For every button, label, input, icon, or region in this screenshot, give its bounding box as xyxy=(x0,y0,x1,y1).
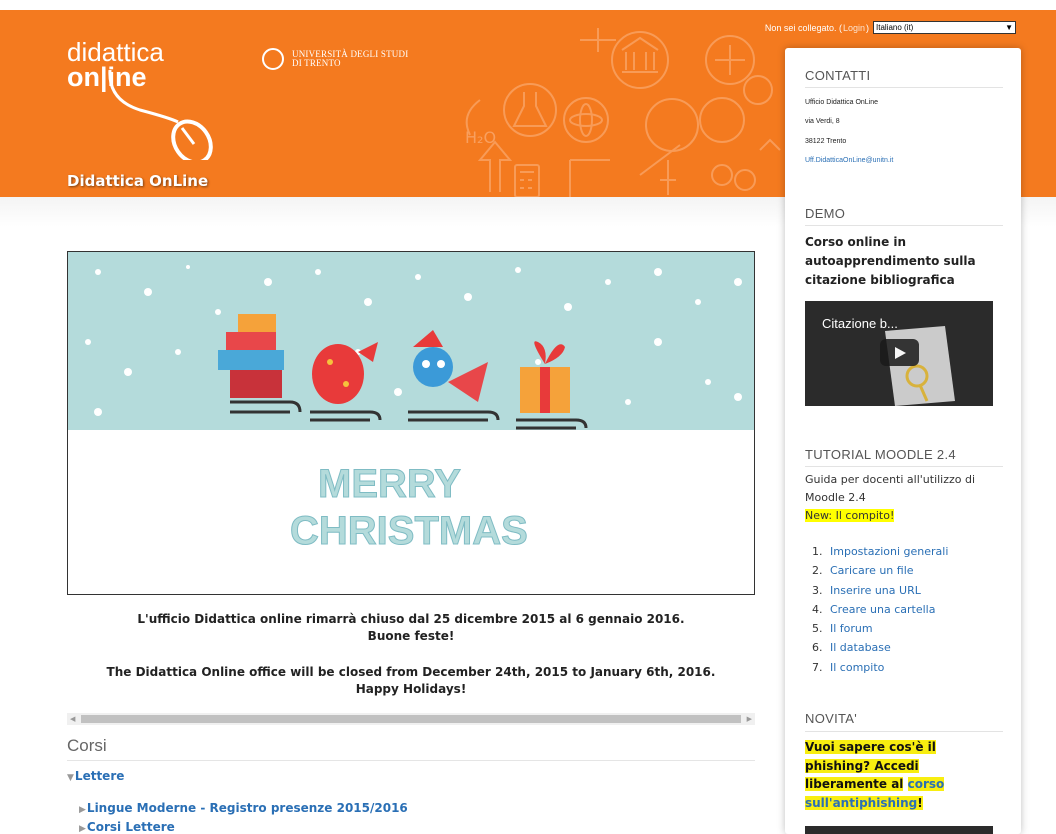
tutorial-link[interactable]: Il compito xyxy=(830,661,884,674)
tutorial-list: 1. Impostazioni generali 2. Caricare un fi… xyxy=(812,542,948,677)
tutorial-item[interactable]: 2. Caricare un file xyxy=(812,561,948,580)
horizontal-scrollbar[interactable]: ◀ ▶ xyxy=(67,713,755,725)
contacts-divider xyxy=(805,87,1003,88)
tutorial-item[interactable]: 6. Il database xyxy=(812,638,948,657)
demo-course-title: Corso online in autoapprendimento sulla … xyxy=(805,235,976,287)
logo-line1: didattica xyxy=(67,37,164,67)
courses-divider xyxy=(67,760,755,761)
notice-it-line2: Buone feste! xyxy=(367,629,455,643)
category-label: Lettere xyxy=(74,769,125,783)
dropdown-arrow-icon: ▼ xyxy=(1005,23,1013,32)
contact-office: Ufficio Didattica OnLine xyxy=(805,99,879,106)
category-lettere[interactable]: ▼Lettere xyxy=(67,769,124,783)
site-title[interactable]: Didattica OnLine xyxy=(67,172,208,190)
tutorial-link[interactable]: Caricare un file xyxy=(830,564,914,577)
tutorial-item[interactable]: 7. Il compito xyxy=(812,658,948,677)
play-icon[interactable] xyxy=(880,339,919,366)
news-divider xyxy=(805,731,1003,732)
tutorial-divider xyxy=(805,466,1003,467)
christmas-text: CHRISTMAS xyxy=(290,509,528,553)
login-status-text: Non sei collegato. ( xyxy=(764,22,842,33)
subcategory-label: Corsi Lettere xyxy=(86,820,175,834)
tutorial-new-label: New: Il compito! xyxy=(805,509,895,522)
contact-street: via Verdi, 8 xyxy=(805,118,840,125)
scroll-right-icon[interactable]: ▶ xyxy=(747,713,752,725)
notice-it-line1: L'ufficio Didattica online rimarrà chius… xyxy=(137,612,685,626)
collapsed-triangle-icon: ▶ xyxy=(79,824,86,834)
tutorial-title: TUTORIAL MOODLE 2.4 xyxy=(805,447,956,462)
login-close-paren: ) xyxy=(866,22,869,33)
scrollbar-thumb[interactable] xyxy=(81,715,741,723)
merry-text: MERRY xyxy=(318,462,461,506)
christmas-banner: MERRY CHRISTMAS xyxy=(67,251,755,595)
tutorial-desc-text: Guida per docenti all'utilizzo di Moodle… xyxy=(805,473,976,504)
news-text-end: ! xyxy=(917,795,923,810)
subcategory-corsi-lettere[interactable]: ▶Corsi Lettere xyxy=(79,820,175,834)
demo-divider xyxy=(805,225,1003,226)
courses-title: Corsi xyxy=(67,736,107,755)
news-phishing: Vuoi sapere cos'è il phishing? Accedi li… xyxy=(805,738,965,812)
contacts-title: CONTATTI xyxy=(805,68,871,83)
unitn-seal-icon xyxy=(262,48,284,70)
login-link[interactable]: Login xyxy=(843,23,865,33)
collapsed-triangle-icon: ▶ xyxy=(79,805,86,815)
tutorial-item[interactable]: 4. Creare una cartella xyxy=(812,600,948,619)
tutorial-description: Guida per docenti all'utilizzo di Moodle… xyxy=(805,471,1005,525)
news-video[interactable] xyxy=(805,826,993,834)
christmas-illustration: MERRY CHRISTMAS xyxy=(85,265,742,554)
news-title: NOVITA' xyxy=(805,711,858,726)
tutorial-link[interactable]: Impostazioni generali xyxy=(830,545,948,558)
closing-notice-it: L'ufficio Didattica online rimarrà chius… xyxy=(67,611,755,645)
contact-city: 38122 Trento xyxy=(805,138,847,145)
tutorial-item[interactable]: 5. Il forum xyxy=(812,619,948,638)
scroll-left-icon[interactable]: ◀ xyxy=(70,713,75,725)
svg-text:H₂O: H₂O xyxy=(465,128,496,147)
notice-en-line2: Happy Holidays! xyxy=(355,682,467,696)
tutorial-item[interactable]: 3. Inserire una URL xyxy=(812,581,948,600)
login-info: Non sei collegato. ( Login ) Italiano (i… xyxy=(765,21,1016,34)
tutorial-link[interactable]: Il database xyxy=(830,641,891,654)
subcategory-lingue-moderne[interactable]: ▶Lingue Moderne - Registro presenze 2015… xyxy=(79,801,408,815)
tutorial-link[interactable]: Il forum xyxy=(830,622,873,635)
language-select[interactable]: Italiano (it) ▼ xyxy=(873,21,1016,34)
language-value: Italiano (it) xyxy=(876,23,914,32)
demo-title: DEMO xyxy=(805,206,846,221)
tutorial-link[interactable]: Creare una cartella xyxy=(830,603,935,616)
university-line2: DI TRENTO xyxy=(292,58,341,68)
closing-notice-en: The Didattica Online office will be clos… xyxy=(67,664,755,698)
notice-en-line1: The Didattica Online office will be clos… xyxy=(106,665,716,679)
mouse-icon xyxy=(108,70,213,160)
video-title: Citazione b... xyxy=(822,316,898,331)
demo-video[interactable]: Citazione b... xyxy=(805,301,993,406)
contact-email-link[interactable]: Uff.DidatticaOnLine@unitn.it xyxy=(805,157,893,164)
tutorial-item[interactable]: 1. Impostazioni generali xyxy=(812,542,948,561)
unitn-logo[interactable]: UNIVERSITÀ DEGLI STUDI DI TRENTO xyxy=(262,48,408,70)
subcategory-label: Lingue Moderne - Registro presenze 2015/… xyxy=(86,801,408,815)
expanded-triangle-icon: ▼ xyxy=(67,773,74,783)
top-strip xyxy=(0,0,1056,10)
tutorial-link[interactable]: Inserire una URL xyxy=(830,584,921,597)
